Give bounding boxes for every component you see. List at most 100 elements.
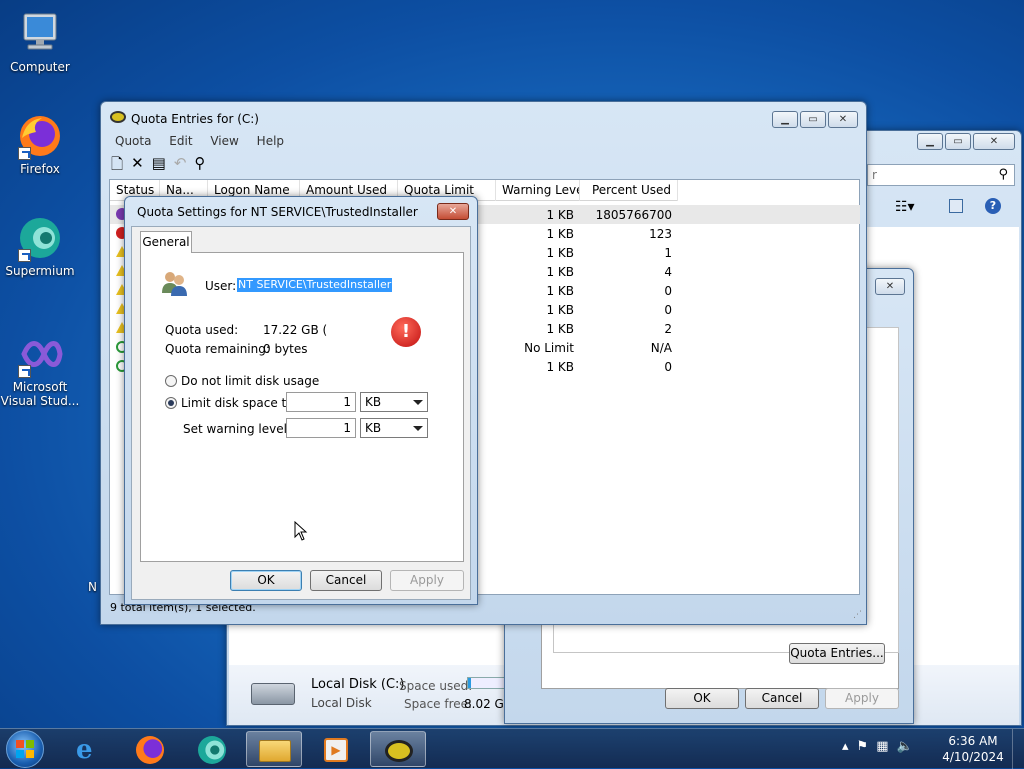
media-player-icon: ▶ <box>324 738 348 762</box>
taskbar-ie[interactable]: e <box>62 731 118 767</box>
taskbar-media-player[interactable]: ▶ <box>308 731 364 767</box>
search-placeholder: r <box>872 168 877 182</box>
warning-level-cell: 1 KB <box>546 227 574 241</box>
user-group-icon <box>159 269 189 297</box>
show-hidden-icons-icon[interactable]: ▴ <box>842 739 849 754</box>
undo-icon: ↶ <box>173 154 187 172</box>
desktop-icon-supermium[interactable]: Supermium <box>0 214 80 278</box>
warning-unit-value: KB <box>365 421 382 435</box>
no-limit-label[interactable]: Do not limit disk usage <box>181 374 319 388</box>
limit-label[interactable]: Limit disk space to <box>181 396 294 410</box>
limit-amount-input[interactable]: 1 <box>286 392 356 412</box>
shortcut-arrow-icon <box>18 147 31 160</box>
explorer-search-box[interactable]: r ⚲ <box>867 164 1015 186</box>
warning-level-cell: 1 KB <box>546 246 574 260</box>
percent-used-cell: 123 <box>649 227 672 241</box>
internet-explorer-icon: e <box>76 735 93 765</box>
menu-view[interactable]: View <box>210 134 238 148</box>
close-button[interactable]: ✕ <box>875 278 905 295</box>
warning-level-cell: 1 KB <box>546 284 574 298</box>
menu-quota[interactable]: Quota <box>115 134 151 148</box>
view-options-icon[interactable]: ☷▾ <box>895 199 915 215</box>
desktop-icon-computer[interactable]: Computer <box>0 10 80 74</box>
resize-grip-icon[interactable]: ⋰ <box>853 610 862 620</box>
dialog-caption-buttons: ✕ <box>437 203 469 220</box>
desktop-icon-visual-studio[interactable]: Microsoft Visual Stud... <box>0 330 80 408</box>
warning-unit-select[interactable]: KB <box>360 418 428 438</box>
windows-logo-icon <box>16 740 34 758</box>
column-warning-level[interactable]: Warning Level <box>496 180 580 201</box>
properties-caption-buttons: ✕ <box>875 278 905 295</box>
warning-level-cell: 1 KB <box>546 322 574 336</box>
taskbar-explorer[interactable] <box>246 731 302 767</box>
new-entry-icon[interactable]: 🗋 <box>111 154 123 174</box>
clock[interactable]: 6:36 AM 4/10/2024 <box>940 733 1006 765</box>
quota-used-label: Quota used: <box>165 323 239 337</box>
close-button[interactable]: ✕ <box>828 111 858 128</box>
properties-cancel-button[interactable]: Cancel <box>745 688 819 709</box>
action-center-flag-icon[interactable]: ⚑ <box>857 739 869 754</box>
tab-general[interactable]: General <box>140 231 192 253</box>
window-title: Quota Entries for (C:) <box>131 112 259 126</box>
limit-radio[interactable] <box>165 397 177 409</box>
taskbar-firefox[interactable] <box>122 731 178 767</box>
chevron-down-icon <box>413 400 423 405</box>
drive-type: Local Disk <box>311 696 372 710</box>
preview-pane-icon[interactable] <box>949 199 963 213</box>
search-icon: ⚲ <box>998 167 1008 182</box>
quota-caption-buttons: ▁ ▭ ✕ <box>772 111 858 128</box>
close-button[interactable]: ✕ <box>973 133 1015 150</box>
minimize-button[interactable]: ▁ <box>917 133 943 150</box>
quota-remaining-label: Quota remaining: <box>165 342 270 356</box>
desktop-icon-label: Supermium <box>5 264 75 278</box>
percent-used-cell: 0 <box>664 284 672 298</box>
properties-icon[interactable]: ▤ <box>152 154 166 174</box>
warning-amount-input[interactable]: 1 <box>286 418 356 438</box>
menu-help[interactable]: Help <box>257 134 284 148</box>
tab-panel: User: NT SERVICE\TrustedInstaller Quota … <box>140 252 464 562</box>
warning-level-cell: 1 KB <box>546 265 574 279</box>
desktop-icon-firefox[interactable]: Firefox <box>0 112 80 176</box>
quota-app-icon <box>385 740 413 762</box>
volume-muted-icon[interactable]: 🔈 <box>896 739 912 754</box>
computer-icon <box>16 10 64 58</box>
menu-edit[interactable]: Edit <box>169 134 192 148</box>
shortcut-arrow-icon <box>18 249 31 262</box>
desktop-icon-label: Microsoft Visual Stud... <box>0 380 80 408</box>
menu-bar: Quota Edit View Help <box>115 134 298 148</box>
user-label: User: <box>205 279 237 293</box>
column-percent-used[interactable]: Percent Used <box>580 180 678 201</box>
desktop-icon-label: Firefox <box>20 162 60 176</box>
start-button[interactable] <box>6 730 44 768</box>
explorer-toolbar: ☷▾ ? <box>867 193 1017 225</box>
delete-icon[interactable]: ✕ <box>131 154 144 174</box>
show-desktop-button[interactable] <box>1012 729 1024 769</box>
quota-app-icon <box>110 111 126 123</box>
properties-ok-button[interactable]: OK <box>665 688 739 709</box>
clock-time: 6:36 AM <box>948 734 998 748</box>
mouse-cursor-icon <box>294 520 308 544</box>
find-icon[interactable]: ⚲ <box>194 154 205 174</box>
ok-button[interactable]: OK <box>230 570 302 591</box>
warning-level-cell: 1 KB <box>546 360 574 374</box>
close-button[interactable]: ✕ <box>437 203 469 220</box>
help-icon[interactable]: ? <box>985 198 1001 214</box>
quota-entries-button[interactable]: Quota Entries... <box>789 643 885 664</box>
firefox-icon <box>136 736 164 764</box>
percent-used-cell: 4 <box>664 265 672 279</box>
maximize-button[interactable]: ▭ <box>945 133 971 150</box>
limit-unit-select[interactable]: KB <box>360 392 428 412</box>
drive-name: Local Disk (C:) <box>311 677 405 692</box>
limit-unit-value: KB <box>365 395 382 409</box>
cancel-button[interactable]: Cancel <box>310 570 382 591</box>
maximize-button[interactable]: ▭ <box>800 111 826 128</box>
taskbar-quota[interactable] <box>370 731 426 767</box>
warning-level-cell: 1 KB <box>546 208 574 222</box>
network-icon[interactable]: ▦ <box>876 739 888 754</box>
space-used-label: Space used: <box>399 679 473 693</box>
drive-icon <box>251 683 295 705</box>
supermium-icon <box>16 214 64 262</box>
no-limit-radio[interactable] <box>165 375 177 387</box>
minimize-button[interactable]: ▁ <box>772 111 798 128</box>
taskbar-supermium[interactable] <box>184 731 240 767</box>
